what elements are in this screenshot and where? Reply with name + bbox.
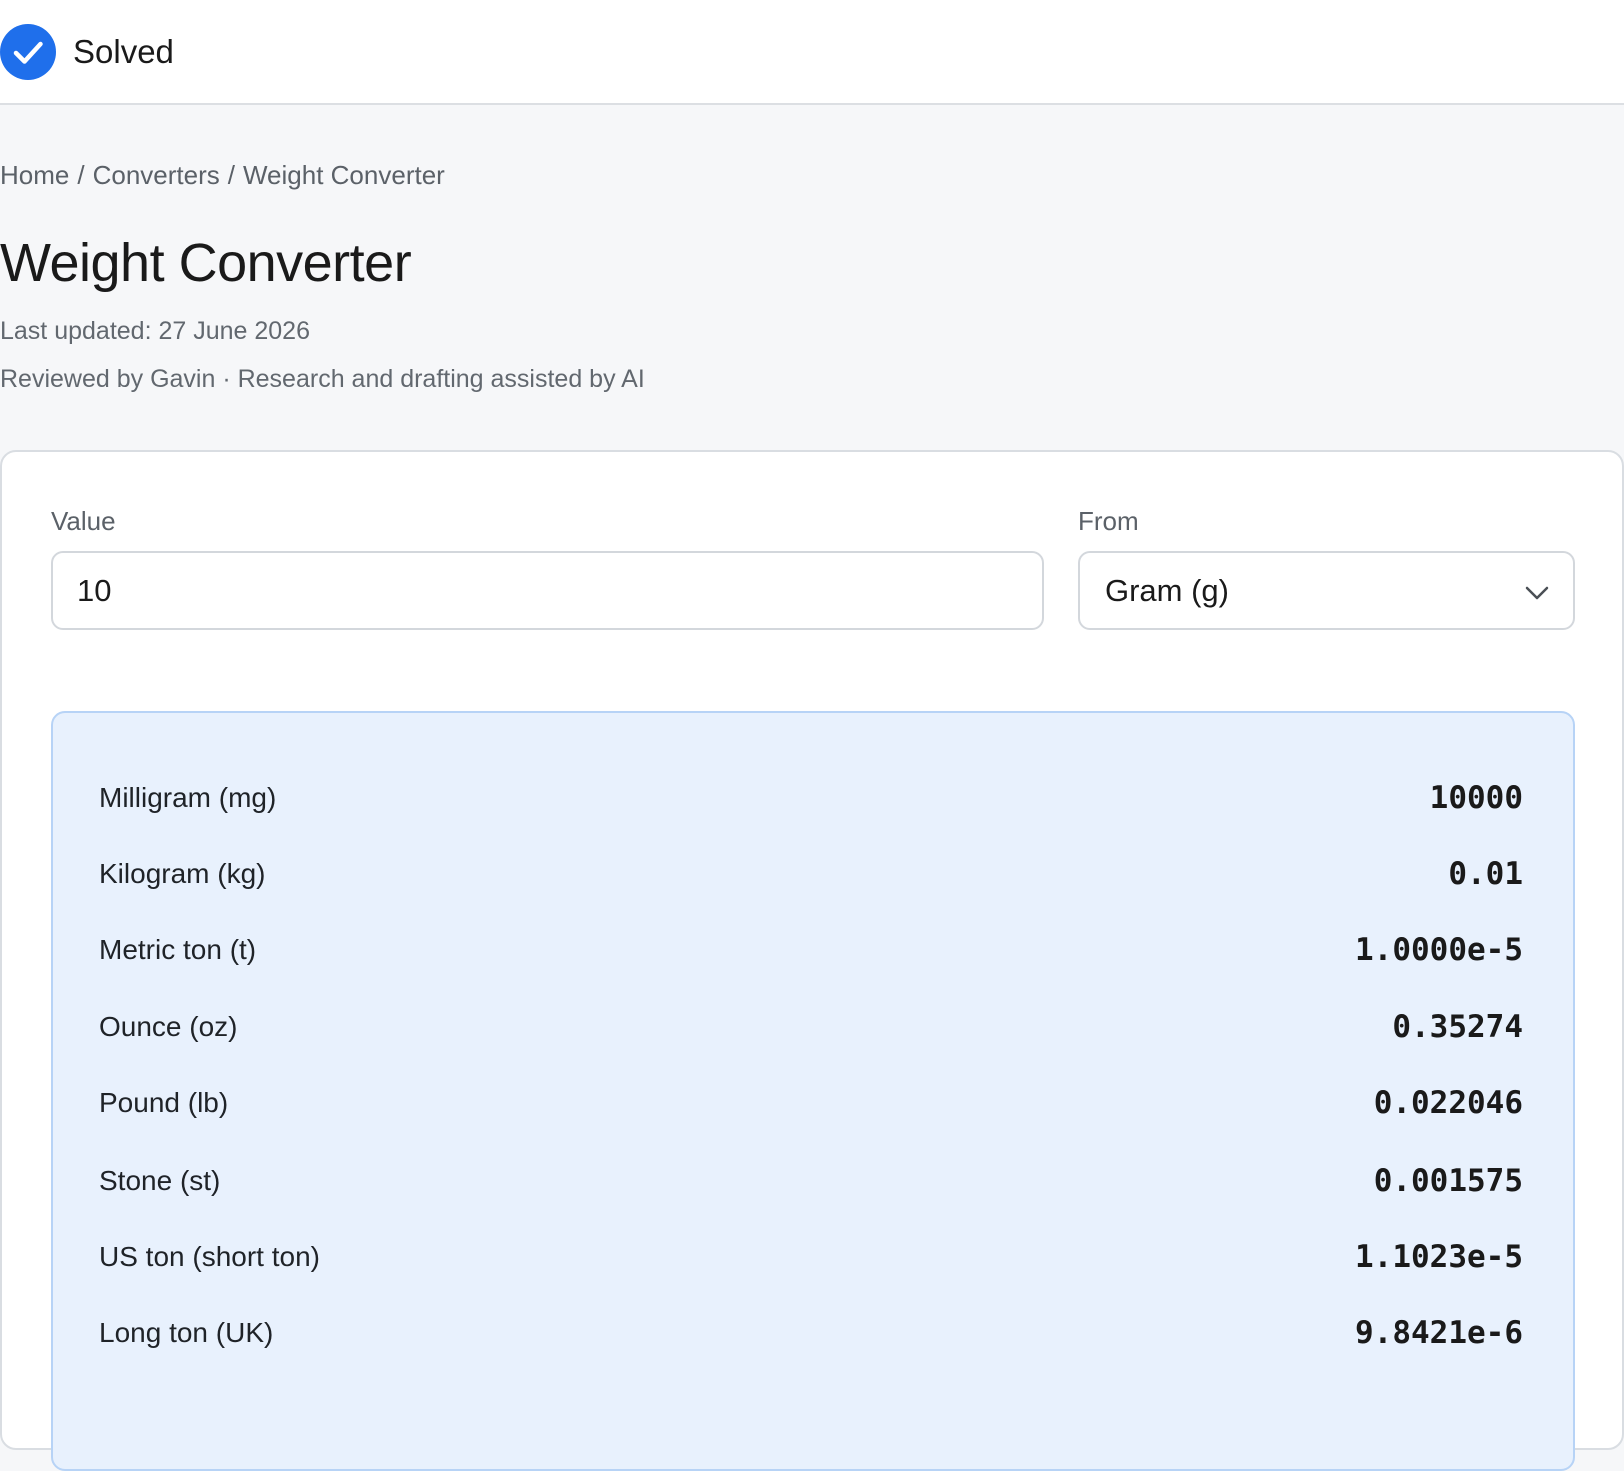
result-row: Kilogram (kg) 0.01 bbox=[99, 854, 1523, 894]
result-value: 10000 bbox=[1429, 780, 1523, 816]
result-row: Ounce (oz) 0.35274 bbox=[99, 1007, 1523, 1047]
page-title: Weight Converter bbox=[0, 233, 412, 293]
from-label: From bbox=[1078, 506, 1139, 536]
chevron-down-icon bbox=[1525, 586, 1549, 600]
result-value: 0.022046 bbox=[1373, 1085, 1523, 1121]
breadcrumb-converters[interactable]: Converters bbox=[93, 160, 220, 190]
result-value: 1.0000e-5 bbox=[1355, 932, 1523, 968]
result-unit-name: Long ton (UK) bbox=[99, 1317, 274, 1348]
result-value: 1.1023e-5 bbox=[1355, 1239, 1523, 1275]
from-unit-selected: Gram (g) bbox=[1105, 573, 1229, 608]
result-value: 0.35274 bbox=[1392, 1009, 1523, 1045]
breadcrumb: Home / Converters / Weight Converter bbox=[0, 159, 445, 191]
top-bar: Solved bbox=[0, 0, 1624, 105]
result-value: 9.8421e-6 bbox=[1355, 1315, 1523, 1351]
result-row: Stone (st) 0.001575 bbox=[99, 1161, 1523, 1201]
result-unit-name: Stone (st) bbox=[99, 1165, 221, 1196]
result-unit-name: Kilogram (kg) bbox=[99, 858, 266, 889]
result-value: 0.001575 bbox=[1373, 1163, 1523, 1199]
result-row: Milligram (mg) 10000 bbox=[99, 778, 1523, 818]
result-value: 0.01 bbox=[1448, 856, 1523, 892]
result-row: US ton (short ton) 1.1023e-5 bbox=[99, 1237, 1523, 1277]
last-updated: Last updated: 27 June 2026 bbox=[0, 317, 310, 345]
status-label: Solved bbox=[73, 33, 174, 70]
from-unit-select[interactable]: Gram (g) bbox=[1078, 551, 1575, 630]
breadcrumb-current: Weight Converter bbox=[242, 160, 445, 190]
check-circle-icon bbox=[0, 24, 56, 80]
result-unit-name: Pound (lb) bbox=[99, 1087, 229, 1118]
value-label: Value bbox=[51, 506, 116, 536]
result-unit-name: US ton (short ton) bbox=[99, 1241, 320, 1272]
breadcrumb-separator: / bbox=[227, 160, 235, 190]
result-unit-name: Metric ton (t) bbox=[99, 934, 257, 965]
breadcrumb-separator: / bbox=[77, 160, 85, 190]
result-row: Metric ton (t) 1.0000e-5 bbox=[99, 930, 1523, 970]
result-unit-name: Milligram (mg) bbox=[99, 782, 277, 813]
result-row: Pound (lb) 0.022046 bbox=[99, 1083, 1523, 1123]
value-input[interactable] bbox=[51, 551, 1044, 630]
reviewed-by: Reviewed by Gavin · Research and draftin… bbox=[0, 365, 645, 393]
breadcrumb-home[interactable]: Home bbox=[0, 160, 69, 190]
result-row: Long ton (UK) 9.8421e-6 bbox=[99, 1313, 1523, 1353]
result-unit-name: Ounce (oz) bbox=[99, 1011, 238, 1042]
